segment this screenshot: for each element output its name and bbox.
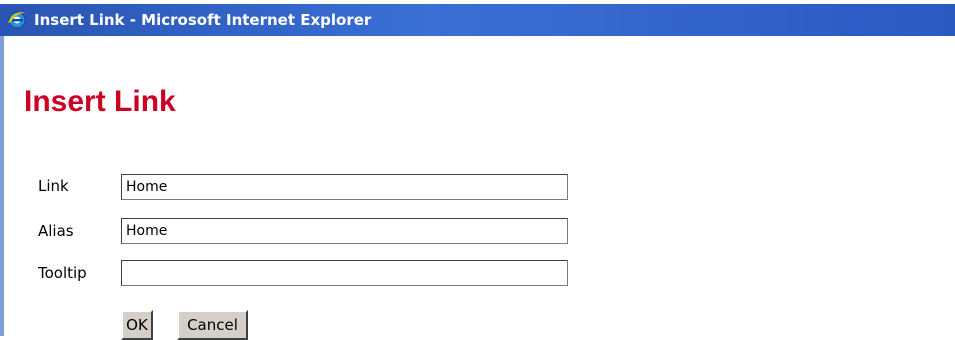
window-title: Insert Link - Microsoft Internet Explore… [34, 11, 372, 29]
link-label: Link [38, 177, 69, 195]
tooltip-label: Tooltip [38, 264, 87, 282]
dialog-content: Insert Link Link Alias Tooltip OK Cancel [4, 36, 955, 340]
screen-edge-strip [0, 0, 955, 4]
alias-label: Alias [38, 222, 74, 240]
page-title: Insert Link [24, 85, 176, 118]
link-input[interactable] [121, 174, 568, 200]
internet-explorer-icon [8, 11, 26, 29]
window-title-bar[interactable]: Insert Link - Microsoft Internet Explore… [0, 0, 955, 36]
alias-input[interactable] [121, 218, 568, 244]
tooltip-input[interactable] [121, 260, 568, 286]
